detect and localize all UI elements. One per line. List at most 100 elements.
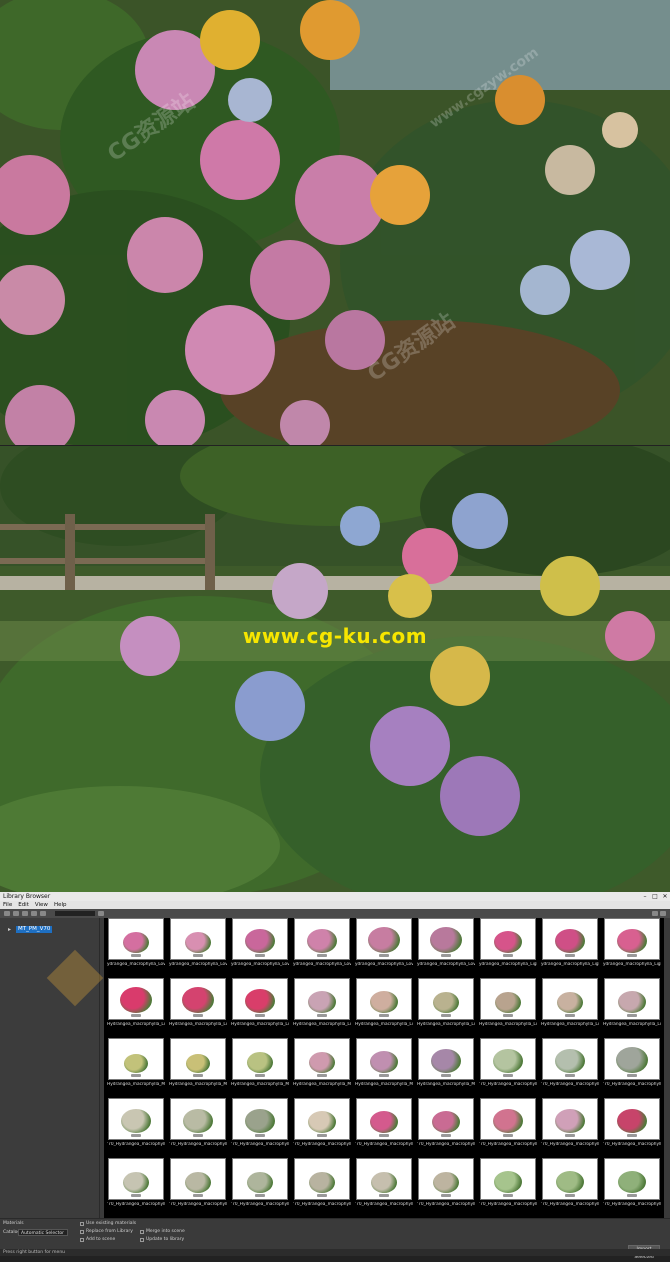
thumbnail-item[interactable]: '70_Hydrangea_macrophylla_Tra	[540, 1158, 600, 1218]
thumbnail-item[interactable]: ydrangea_macrophylla_Lovers	[416, 918, 476, 978]
menu-edit[interactable]: Edit	[18, 902, 29, 908]
expand-arrow-icon[interactable]: ▸	[8, 926, 11, 933]
thumbnail-image[interactable]	[232, 978, 288, 1020]
thumbnail-item[interactable]: Hydrangea_macrophylla_Light	[168, 978, 228, 1038]
thumbnail-image[interactable]	[232, 1098, 288, 1140]
list-view-icon[interactable]	[660, 911, 666, 916]
thumbnail-image[interactable]	[480, 1158, 536, 1200]
search-input[interactable]	[55, 911, 95, 916]
thumbnail-image[interactable]	[542, 1158, 598, 1200]
thumbnail-image[interactable]	[170, 978, 226, 1020]
settings-icon[interactable]	[40, 911, 46, 916]
thumbnail-image[interactable]	[356, 1098, 412, 1140]
thumbnail-image[interactable]	[294, 918, 350, 960]
thumbnail-image[interactable]	[356, 1158, 412, 1200]
thumbnail-image[interactable]	[232, 1038, 288, 1080]
thumbnail-image[interactable]	[170, 918, 226, 960]
thumbnail-image[interactable]	[604, 918, 660, 960]
thumbnail-image[interactable]	[480, 918, 536, 960]
thumbnail-image[interactable]	[294, 1038, 350, 1080]
thumbnail-item[interactable]: ydrangea_macrophylla_Lovers	[354, 918, 414, 978]
thumbnail-item[interactable]: '70_Hydrangea_macrophylla_b	[106, 1098, 166, 1158]
thumbnail-item[interactable]: ydrangea_macrophylla_Lovers	[292, 918, 352, 978]
thumbnail-image[interactable]	[480, 1038, 536, 1080]
thumbnail-item[interactable]: Hydrangea_macrophylla_Mini	[292, 1038, 352, 1098]
thumbnail-item[interactable]: Hydrangea_macrophylla_Mini	[230, 1038, 290, 1098]
thumbnail-item[interactable]: Hydrangea_macrophylla_Mini	[416, 1038, 476, 1098]
thumbnail-item[interactable]: Hydrangea_macrophylla_Mini	[168, 1038, 228, 1098]
thumbnail-image[interactable]	[604, 1098, 660, 1140]
view-icon[interactable]	[98, 911, 104, 916]
tree-item-selected[interactable]: MT_PM_V70	[16, 926, 53, 933]
thumbnail-image[interactable]	[108, 1038, 164, 1080]
thumbnail-image[interactable]	[356, 978, 412, 1020]
thumbnail-item[interactable]: ydrangea_macrophylla_Light	[602, 918, 662, 978]
thumbnail-image[interactable]	[542, 978, 598, 1020]
thumbnail-item[interactable]: Hydrangea_macrophylla_Light	[106, 978, 166, 1038]
thumbnail-item[interactable]: '70_Hydrangea_macrophylla_P	[354, 1158, 414, 1218]
thumbnail-image[interactable]	[294, 978, 350, 1020]
thumbnail-item[interactable]: Hydrangea_macrophylla_Light	[292, 978, 352, 1038]
thumbnail-item[interactable]: Hydrangea_macrophylla_Light	[540, 978, 600, 1038]
thumbnail-item[interactable]: '70_Hydrangea_macrophylla_Pals	[292, 1098, 352, 1158]
thumbnail-image[interactable]	[604, 1158, 660, 1200]
thumbnail-image[interactable]	[480, 1098, 536, 1140]
thumbnail-item[interactable]: ydrangea_macrophylla_Light	[540, 918, 600, 978]
thumbnail-image[interactable]	[604, 1038, 660, 1080]
thumbnail-item[interactable]: '70_Hydrangea_macrophylla_P	[416, 1158, 476, 1218]
thumbnail-image[interactable]	[108, 918, 164, 960]
thumbnail-item[interactable]: Hydrangea_macrophylla_Light	[354, 978, 414, 1038]
thumbnail-image[interactable]	[170, 1098, 226, 1140]
thumbnail-image[interactable]	[108, 978, 164, 1020]
option-checkbox[interactable]: Merge into scene	[140, 1229, 185, 1234]
thumbnail-item[interactable]: '70_Hydrangea_macrophylla_b	[540, 1038, 600, 1098]
thumbnail-image[interactable]	[294, 1098, 350, 1140]
thumbnail-image[interactable]	[418, 1038, 474, 1080]
thumbnail-image[interactable]	[232, 1158, 288, 1200]
thumbnail-item[interactable]: '70_Hydrangea_macrophylla_Pals	[416, 1098, 476, 1158]
minimize-button[interactable]: –	[640, 893, 650, 900]
menu-file[interactable]: File	[3, 902, 12, 908]
thumbnail-image[interactable]	[418, 1158, 474, 1200]
option-checkbox[interactable]: Use existing materials	[80, 1221, 136, 1226]
option-checkbox[interactable]: Update to library	[140, 1237, 184, 1242]
thumbnail-image[interactable]	[418, 918, 474, 960]
option-checkbox[interactable]: Add to scene	[80, 1237, 115, 1242]
thumbnail-image[interactable]	[294, 1158, 350, 1200]
thumbnail-item[interactable]: Hydrangea_macrophylla_Light	[230, 978, 290, 1038]
thumbnail-image[interactable]	[108, 1098, 164, 1140]
thumbnail-item[interactable]: '70_Hydrangea_macrophylla_Tra	[478, 1158, 538, 1218]
thumbnail-image[interactable]	[604, 978, 660, 1020]
thumbnail-image[interactable]	[356, 1038, 412, 1080]
thumbnail-image[interactable]	[418, 978, 474, 1020]
thumbnail-item[interactable]: ydrangea_macrophylla_Lovers	[230, 918, 290, 978]
option-checkbox[interactable]: Replace from Library	[80, 1229, 133, 1234]
thumbnail-item[interactable]: '70_Hydrangea_macrophylla_b	[230, 1098, 290, 1158]
thumbnail-image[interactable]	[170, 1158, 226, 1200]
menu-help[interactable]: Help	[54, 902, 67, 908]
thumbnail-item[interactable]: '70_Hydrangea_macrophylla_Pals	[354, 1098, 414, 1158]
thumbnail-item[interactable]: Hydrangea_macrophylla_Mini	[106, 1038, 166, 1098]
thumbnail-item[interactable]: ydrangea_macrophylla_Lovers	[168, 918, 228, 978]
thumbnail-item[interactable]: '70_Hydrangea_macrophylla_Tra	[602, 1158, 662, 1218]
menu-view[interactable]: View	[35, 902, 48, 908]
thumbnail-image[interactable]	[542, 1098, 598, 1140]
thumbnail-item[interactable]: '70_Hydrangea_macrophylla_PalsW	[540, 1098, 600, 1158]
thumbnail-item[interactable]: '70_Hydrangea_macrophylla_P	[292, 1158, 352, 1218]
thumbnail-item[interactable]: '70_Hydrangea_macrophylla_P	[230, 1158, 290, 1218]
thumbnail-item[interactable]: ydrangea_macrophylla_Light	[478, 918, 538, 978]
thumbnail-item[interactable]: Hydrangea_macrophylla_Light	[416, 978, 476, 1038]
thumbnail-item[interactable]: '70_Hydrangea_macrophylla_b	[602, 1038, 662, 1098]
thumbnail-image[interactable]	[170, 1038, 226, 1080]
maximize-button[interactable]: □	[650, 893, 660, 900]
thumbnail-image[interactable]	[108, 1158, 164, 1200]
selector-dropdown[interactable]: Automatic Selector	[18, 1229, 68, 1236]
thumbnail-image[interactable]	[356, 918, 412, 960]
thumbnail-item[interactable]: '70_Hydrangea_macrophylla_P	[106, 1158, 166, 1218]
thumbnail-item[interactable]: '70_Hydrangea_macrophylla_b	[168, 1098, 228, 1158]
thumbnail-image[interactable]	[480, 978, 536, 1020]
thumbnail-image[interactable]	[542, 918, 598, 960]
refresh-icon[interactable]	[13, 911, 19, 916]
thumbnail-item[interactable]: '70_Hydrangea_macrophylla_P	[168, 1158, 228, 1218]
thumbnail-item[interactable]: Hydrangea_macrophylla_Light	[602, 978, 662, 1038]
